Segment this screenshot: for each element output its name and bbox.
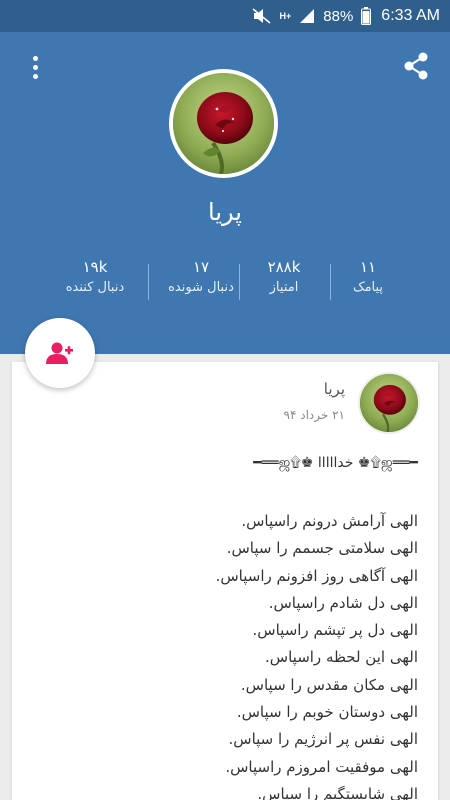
post-line: الهی مکان مقدس را سپاس.	[240, 675, 418, 694]
follow-button[interactable]	[25, 318, 95, 388]
profile-header: پریا ۱۱ پیامک ۲۸۸k امتیاز ۱۷ دنبال شونده…	[0, 32, 450, 354]
dot-icon	[32, 73, 38, 79]
stat-value: ۱۹k	[82, 258, 108, 276]
status-bar: H+ 88% 6:33 AM	[0, 0, 450, 32]
post-author-avatar[interactable]	[358, 372, 420, 434]
post-body: ━══ஜ۩♚ خدااااا ♚۩ஜ══━ الهی آرامش درونم ر…	[38, 450, 418, 800]
post-line: الهی شایستگیم را سپاس.	[257, 784, 418, 800]
post-line: الهی دل شادم راسپاس.	[268, 593, 418, 612]
post-line: الهی آگاهی روز افزونم راسپاس.	[215, 566, 418, 585]
battery-percent: 88%	[323, 7, 354, 25]
add-user-icon	[46, 342, 73, 364]
stat-label: دنبال کننده	[65, 280, 125, 295]
dot-icon	[32, 64, 38, 70]
profile-avatar[interactable]	[169, 69, 278, 178]
share-icon	[404, 52, 428, 80]
signal-icon	[299, 8, 315, 24]
profile-stats: ۱۱ پیامک ۲۸۸k امتیاز ۱۷ دنبال شونده ۱۹k …	[0, 258, 450, 308]
rose-image	[360, 374, 418, 432]
network-type-label: H+	[279, 10, 292, 21]
overflow-menu-button[interactable]	[20, 52, 50, 82]
post-line: الهی دل پر تپشم راسپاس.	[252, 621, 418, 640]
rose-image	[173, 73, 274, 174]
post-line: الهی دوستان خوبم را سپاس.	[236, 703, 418, 722]
post-card[interactable]: پریا ۲۱ خرداد ۹۴ ━══ஜ۩♚ خدااااا ♚۩ஜ══━ ا…	[12, 362, 438, 800]
post-date: ۲۱ خرداد ۹۴	[283, 408, 345, 422]
post-line: الهی سلامتی جسمم را سپاس.	[226, 539, 418, 558]
post-line: الهی نفس پر انرژیم را سپاس.	[228, 730, 418, 749]
battery-icon	[361, 7, 372, 25]
post-line: الهی این لحظه راسپاس.	[265, 648, 418, 667]
post-line: الهی موفقیت امروزم راسپاس.	[225, 757, 418, 776]
share-button[interactable]	[400, 50, 432, 82]
stat-following[interactable]: ۱۷ دنبال شونده	[151, 258, 251, 295]
post-headline: ━══ஜ۩♚ خدااااا ♚۩ஜ══━	[253, 455, 418, 471]
post-author-name[interactable]: پریا	[324, 380, 345, 398]
divider	[148, 264, 149, 300]
dot-icon	[32, 55, 38, 61]
post-line: الهی آرامش درونم راسپاس.	[241, 512, 418, 530]
mute-icon	[251, 8, 272, 24]
profile-name: پریا	[208, 198, 242, 226]
stat-label: دنبال شونده	[168, 280, 234, 295]
stat-followers[interactable]: ۱۹k دنبال کننده	[45, 258, 145, 295]
clock: 6:33 AM	[381, 7, 440, 24]
stat-value: ۱۷	[192, 258, 210, 276]
